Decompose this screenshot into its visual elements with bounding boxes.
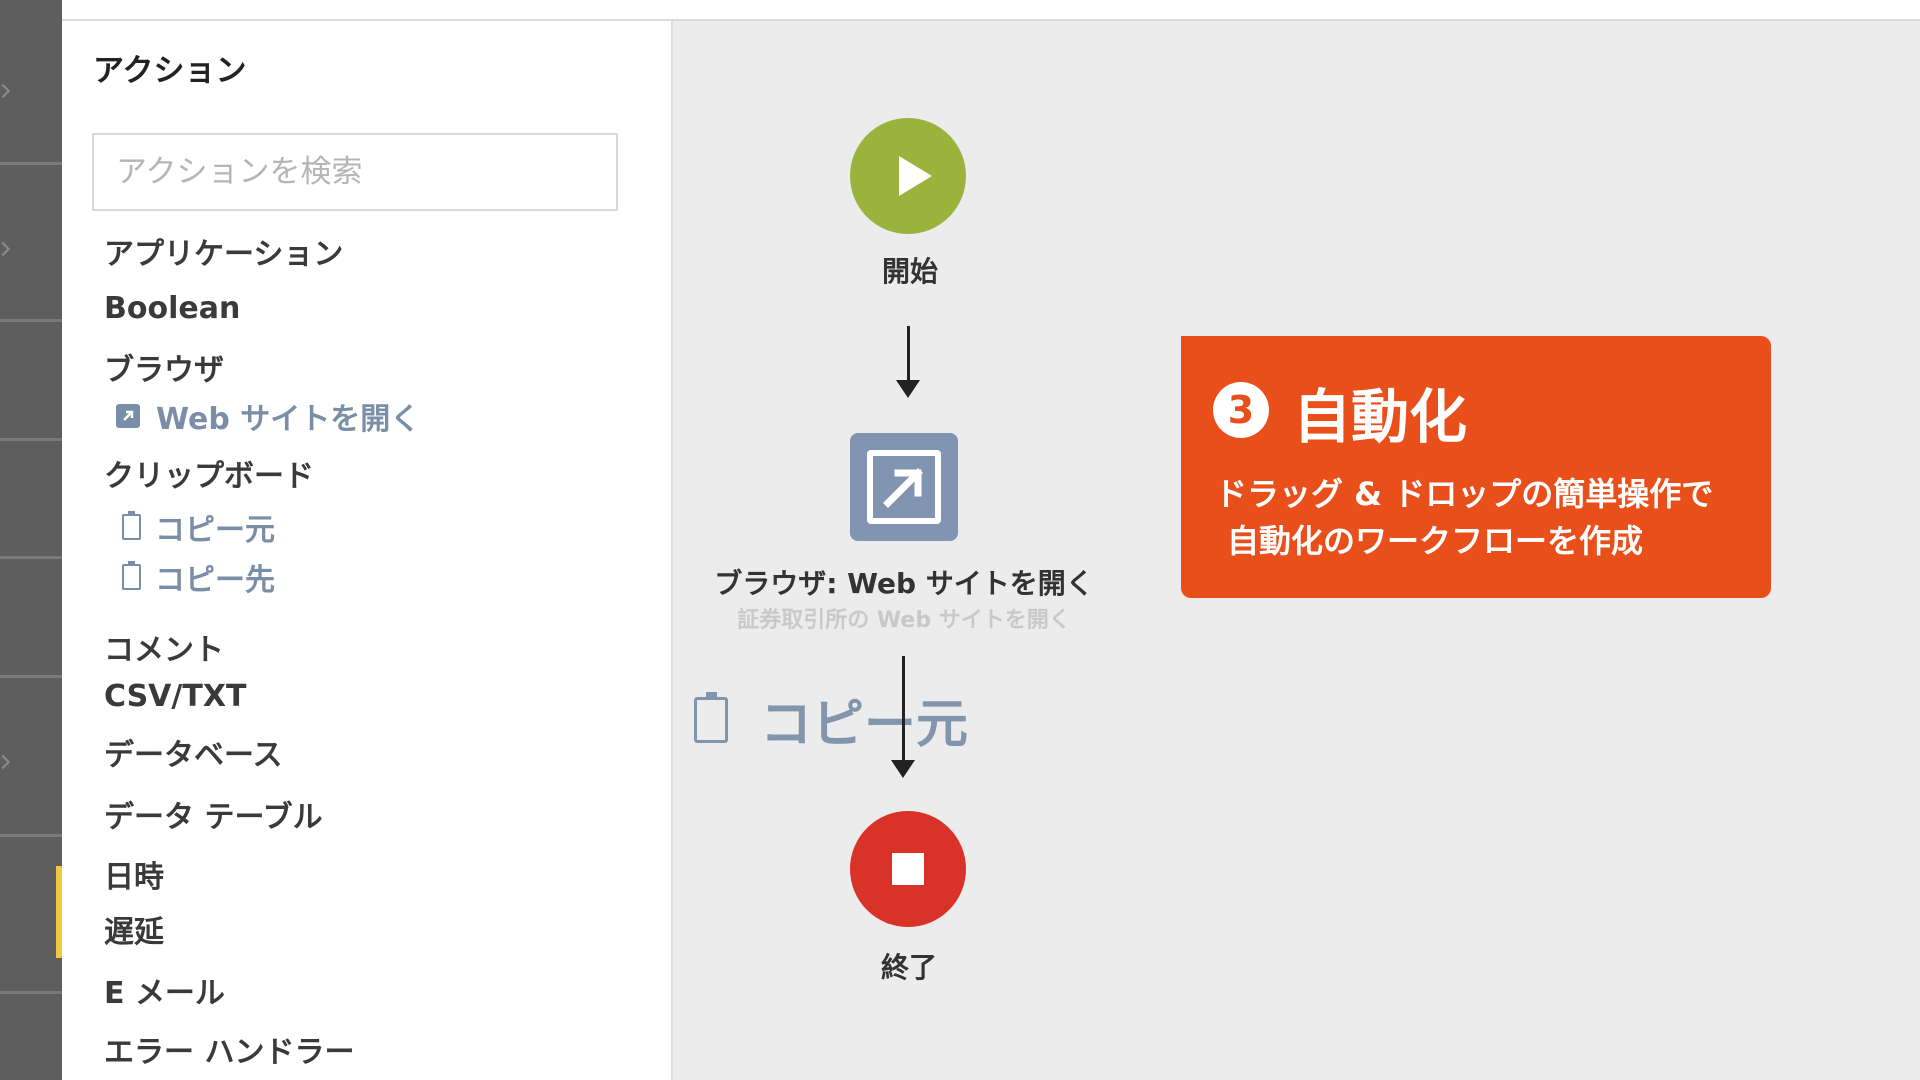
flow-end-node[interactable] [850,811,966,927]
category-database[interactable]: データベース [104,730,283,774]
drag-ghost-label: コピー元 [760,695,969,755]
flow-browser-subtitle: 証券取引所の Web サイトを開く [737,608,1071,633]
flow-connector [907,326,910,386]
action-open-website-label: Web サイトを開く [156,402,421,437]
open-external-icon [883,468,923,508]
category-clipboard[interactable]: クリップボード [104,451,314,495]
category-csv-txt[interactable]: CSV/TXT [104,679,246,714]
rail-divider [0,556,62,559]
callout-description-line2: 自動化のワークフローを作成 [1227,522,1644,560]
chevron-right-icon[interactable] [0,83,11,99]
flow-browser-node[interactable] [850,433,958,541]
left-rail [0,0,62,1080]
category-delay[interactable]: 遅延 [104,907,164,951]
arrow-down-icon [896,380,920,398]
open-external-icon [116,404,140,428]
chevron-right-icon[interactable] [0,241,11,257]
step-number-badge: 3 [1213,382,1269,438]
flow-connector [902,656,905,764]
category-boolean[interactable]: Boolean [104,291,240,326]
action-copy-from[interactable]: コピー元 [116,505,275,549]
category-comment[interactable]: コメント [104,625,224,669]
category-email[interactable]: E メール [104,968,225,1012]
action-copy-from-label: コピー元 [155,513,275,548]
clipboard-icon [122,561,141,590]
action-copy-to-label: コピー先 [155,563,275,598]
flow-start-node[interactable] [850,118,966,234]
flow-start-label: 開始 [881,255,939,288]
clipboard-icon [122,511,141,540]
callout-title: 自動化 [1293,383,1468,451]
chevron-right-icon[interactable] [0,754,11,770]
actions-panel: アクション アプリケーション Boolean ブラウザ Web サイトを開く ク… [62,21,673,1080]
category-error-handler[interactable]: エラー ハンドラー [104,1027,354,1071]
callout-description-line1: ドラッグ & ドロップの簡単操作で [1215,475,1714,513]
rail-divider [0,991,62,994]
top-bar [62,0,1920,21]
rail-divider [0,675,62,678]
action-copy-to[interactable]: コピー先 [116,555,275,599]
clipboard-icon [694,691,728,743]
category-browser[interactable]: ブラウザ [104,345,224,389]
flow-browser-title: ブラウザ: Web サイトを開く [714,567,1094,600]
action-open-website[interactable]: Web サイトを開く [116,394,420,438]
action-search-input[interactable] [92,133,618,211]
feature-callout: 3 自動化 ドラッグ & ドロップの簡単操作で 自動化のワークフローを作成 [1181,336,1771,598]
category-data-table[interactable]: データ テーブル [104,792,323,836]
panel-title: アクション [93,53,247,89]
rail-divider [0,162,62,165]
rail-divider [0,319,62,322]
rail-divider [0,834,62,837]
rail-divider [0,438,62,441]
category-datetime[interactable]: 日時 [104,852,164,896]
arrow-down-icon [891,760,915,778]
flow-end-label: 終了 [880,951,938,984]
category-application[interactable]: アプリケーション [104,229,343,273]
drag-ghost-copy-from[interactable]: コピー元 [694,682,968,757]
